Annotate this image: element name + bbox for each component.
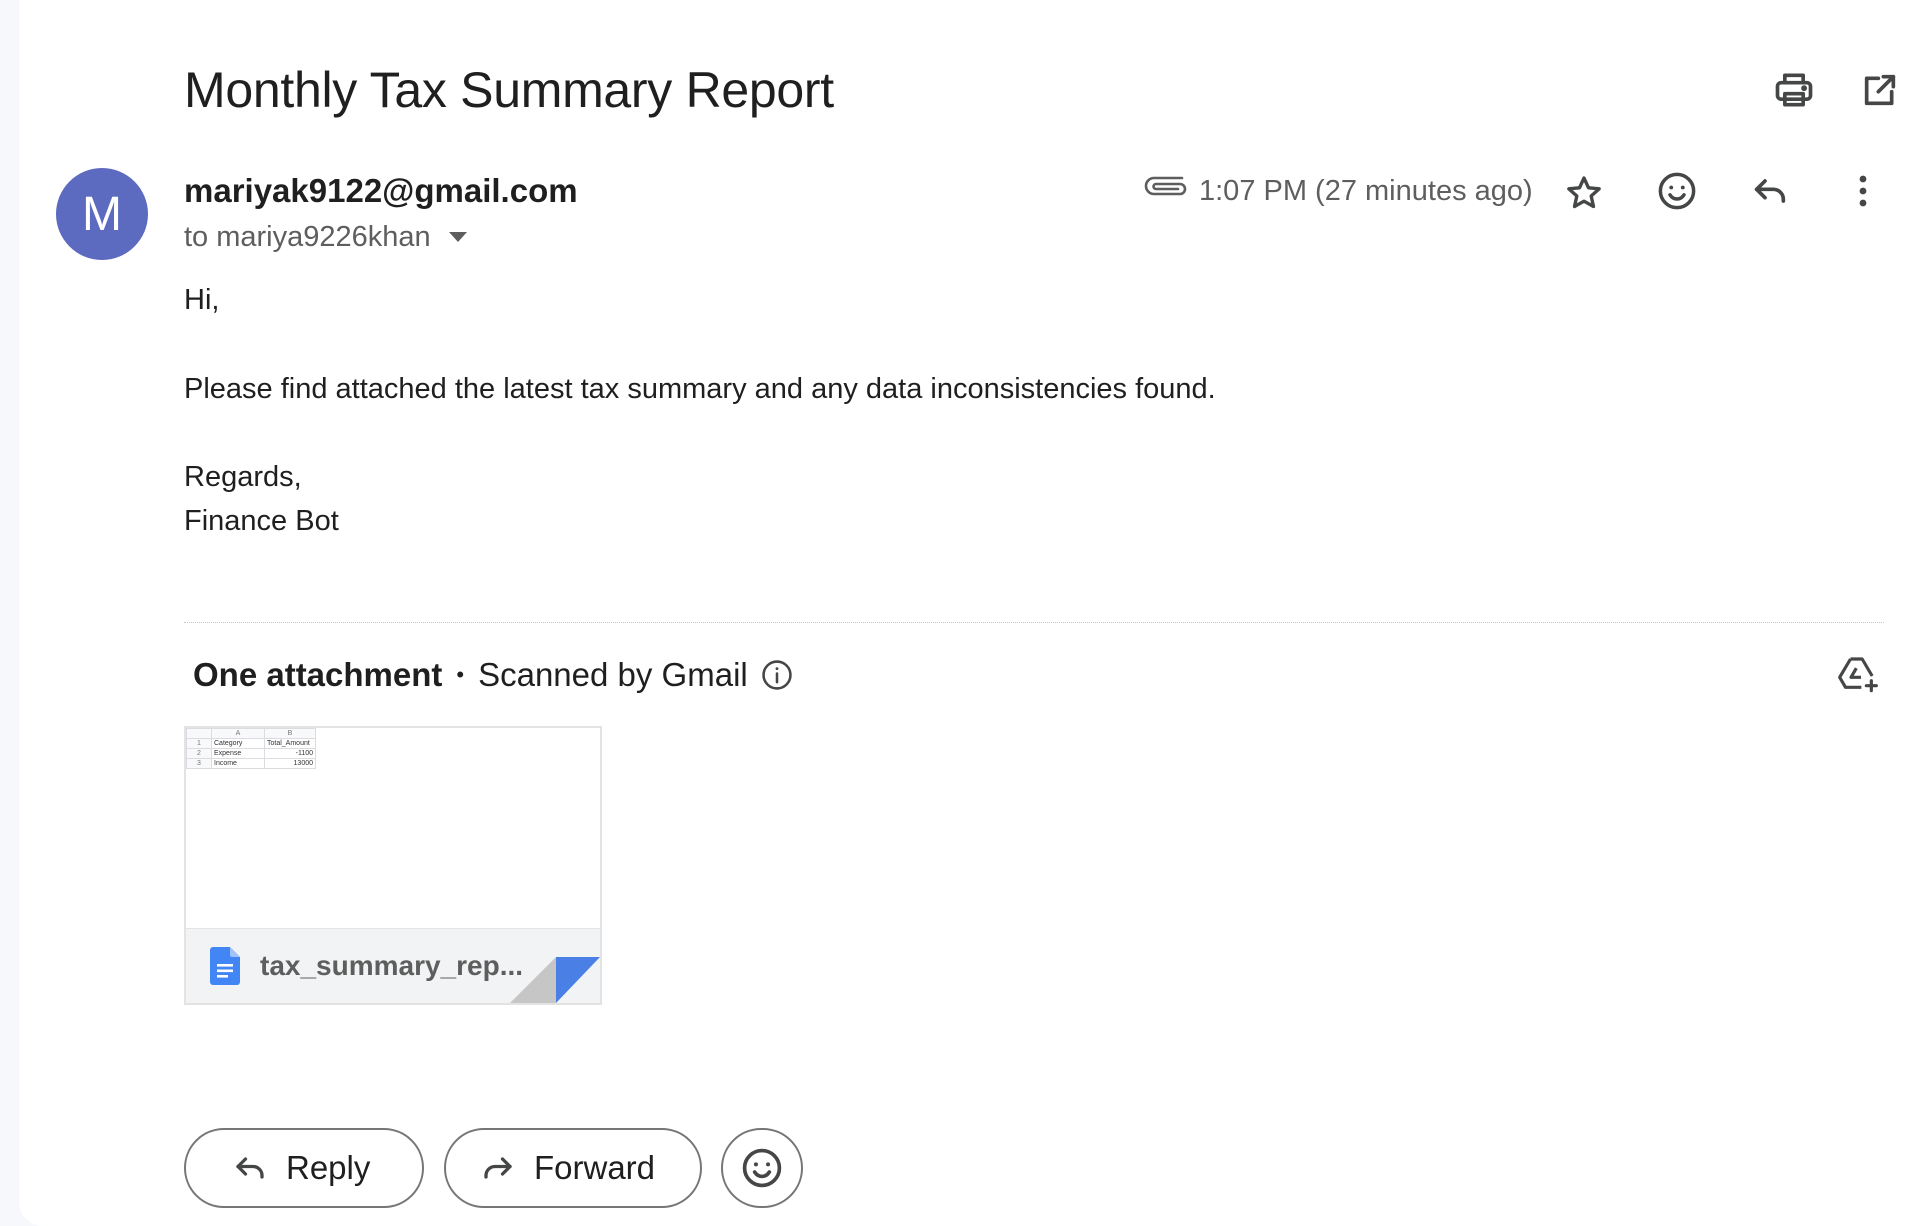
attachment-card[interactable]: A B 1 Category Total_Amount 2 Expense -1…: [184, 726, 602, 1005]
print-button[interactable]: [1766, 62, 1822, 118]
reply-icon-button[interactable]: [1742, 163, 1798, 219]
star-icon: [1567, 176, 1601, 209]
email-signature: Finance Bot: [184, 505, 339, 537]
attachment-count: One attachment: [193, 656, 443, 693]
attachment-file-name: tax_summary_rep...: [260, 950, 524, 981]
preview-cell: -1100: [264, 748, 316, 759]
preview-cell: Total_Amount: [264, 738, 316, 749]
preview-row-number: 3: [186, 758, 212, 769]
sender-avatar: M: [56, 168, 148, 260]
recipient-text: to mariya9226khan: [184, 221, 431, 253]
page-fold-corner-icon: [510, 957, 600, 1003]
add-reaction-button[interactable]: [1649, 163, 1705, 219]
preview-cell: Income: [211, 758, 265, 769]
preview-cell: Expense: [211, 748, 265, 759]
attachments-divider: [184, 622, 1884, 623]
preview-row-number: 2: [186, 748, 212, 759]
preview-cell: Category: [211, 738, 265, 749]
more-options-button[interactable]: [1835, 163, 1891, 219]
show-details-chevron-down-icon[interactable]: [448, 232, 467, 242]
preview-row-number: 1: [186, 738, 212, 749]
attachments-header: One attachment • Scanned by Gmail: [193, 653, 794, 697]
email-closing: Regards,: [184, 461, 302, 493]
star-button[interactable]: [1556, 165, 1612, 221]
email-message: Please find attached the latest tax summ…: [184, 373, 1216, 405]
info-icon[interactable]: [760, 658, 794, 692]
more-options-icon: [1859, 175, 1867, 207]
preview-col-header: B: [264, 728, 316, 739]
email-subject: Monthly Tax Summary Report: [184, 62, 834, 118]
scanned-label: Scanned by Gmail: [478, 656, 748, 693]
email-timestamp: 1:07 PM (27 minutes ago): [1199, 175, 1533, 207]
emoji-reaction-button[interactable]: [721, 1128, 803, 1208]
add-reaction-icon: [742, 1148, 782, 1188]
open-in-new-window-button[interactable]: [1852, 62, 1908, 118]
email-greeting: Hi,: [184, 284, 220, 316]
attachment-clip-icon: [1144, 176, 1187, 196]
add-to-drive-icon: [1838, 657, 1878, 693]
separator-dot: •: [456, 662, 465, 687]
attachment-indicator: [1141, 161, 1191, 211]
reply-button-label: Reply: [286, 1149, 371, 1186]
forward-button-label: Forward: [534, 1149, 656, 1186]
recipient-line: to mariya9226khan: [184, 218, 467, 256]
print-icon: [1775, 73, 1813, 107]
email-view: Monthly Tax Summary Report M mariyak9122…: [19, 0, 1908, 1226]
reply-icon: [1754, 179, 1786, 203]
google-docs-icon: [210, 947, 240, 985]
forward-arrow-icon: [480, 1150, 516, 1186]
preview-col-header: A: [211, 728, 265, 739]
add-all-to-drive-button[interactable]: [1830, 646, 1886, 702]
attachment-preview: A B 1 Category Total_Amount 2 Expense -1…: [186, 728, 316, 769]
reply-button[interactable]: Reply: [184, 1128, 424, 1208]
reply-arrow-icon: [232, 1150, 268, 1186]
emoji-reaction-icon: [1658, 172, 1696, 210]
open-in-new-window-icon: [1864, 74, 1896, 106]
sender-email: mariyak9122@gmail.com: [184, 172, 578, 209]
preview-cell: 13000: [264, 758, 316, 769]
forward-button[interactable]: Forward: [444, 1128, 702, 1208]
